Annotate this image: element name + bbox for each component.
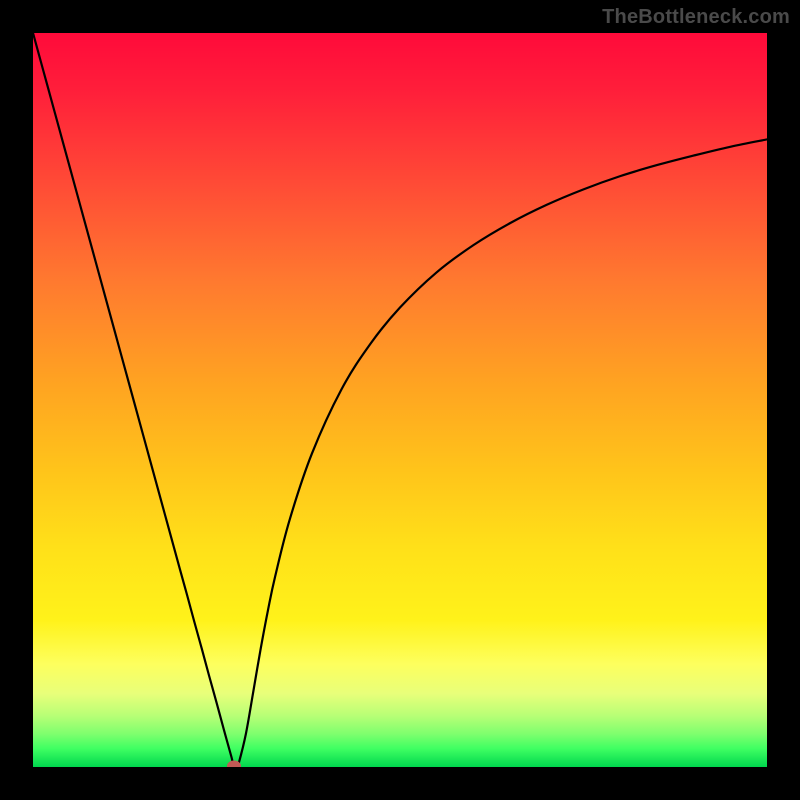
watermark-text: TheBottleneck.com bbox=[602, 6, 790, 29]
optimal-point-marker bbox=[227, 760, 241, 767]
bottleneck-curve bbox=[33, 33, 767, 767]
plot-area bbox=[33, 33, 767, 767]
chart-frame: TheBottleneck.com bbox=[0, 0, 800, 800]
